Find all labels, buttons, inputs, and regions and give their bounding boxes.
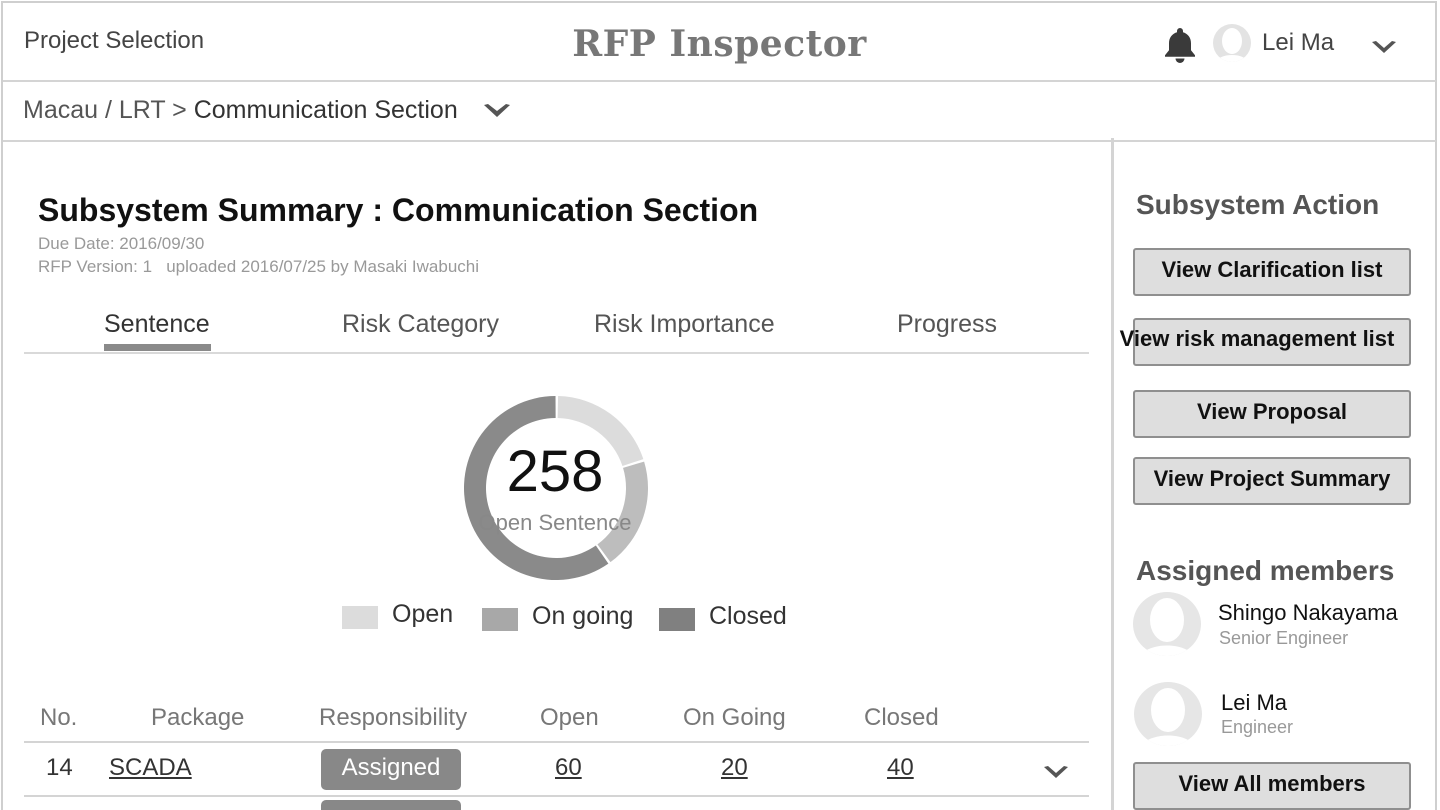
package-link[interactable]: SCADA: [109, 754, 192, 782]
assigned-members-heading: Assigned members: [1136, 555, 1395, 586]
member-avatar: [1134, 682, 1202, 746]
view-risk-management-list-button[interactable]: View risk management list: [1120, 318, 1411, 366]
legend-label-open: Open: [392, 600, 454, 628]
due-date: Due Date: 2016/09/30: [38, 234, 205, 253]
closed-count-link[interactable]: 40: [887, 754, 914, 782]
user-avatar[interactable]: [1213, 24, 1251, 62]
view-clarification-list-button[interactable]: View Clarification list: [1133, 248, 1411, 296]
member-role: Senior Engineer: [1219, 628, 1349, 648]
active-tab-indicator: [104, 344, 211, 351]
responsibility-badge-next-row[interactable]: [321, 800, 461, 810]
legend-label-ongoing: On going: [532, 602, 634, 630]
legend-swatch-ongoing: [482, 608, 518, 631]
bell-icon[interactable]: [1160, 24, 1200, 64]
legend-swatch-closed: [659, 608, 695, 631]
member-role: Engineer: [1221, 717, 1294, 737]
breadcrumb-current: Communication Section: [193, 96, 458, 124]
tab-risk-category[interactable]: Risk Category: [342, 310, 499, 339]
column-header-closed: Closed: [864, 704, 939, 731]
rfp-version: RFP Version: 1 uploaded 2016/07/25 by Ma…: [38, 257, 480, 276]
table-row-divider: [24, 795, 1089, 797]
column-header-no: No.: [40, 704, 78, 731]
view-project-summary-button[interactable]: View Project Summary: [1133, 457, 1411, 505]
legend-label-closed: Closed: [709, 602, 787, 630]
member-name[interactable]: Lei Ma: [1221, 690, 1287, 716]
row-expand-chevron-icon[interactable]: [1042, 764, 1070, 782]
member-avatar: [1133, 592, 1201, 656]
tab-progress[interactable]: Progress: [897, 310, 997, 339]
responsibility-badge[interactable]: Assigned: [321, 749, 461, 790]
breadcrumb-bar: Macau / LRT > Communication Section: [3, 84, 1436, 142]
member-name[interactable]: Shingo Nakayama: [1218, 600, 1398, 626]
column-header-responsibility: Responsibility: [319, 704, 468, 731]
user-name[interactable]: Lei Ma: [1262, 29, 1334, 57]
tab-sentence[interactable]: Sentence: [104, 310, 210, 339]
breadcrumb-path[interactable]: Macau / LRT >: [23, 96, 194, 124]
table-header-divider: [24, 741, 1089, 743]
donut-center-label: Open Sentence: [478, 510, 632, 535]
view-all-members-button[interactable]: View All members: [1133, 762, 1411, 810]
summary-tabs: Sentence Risk Category Risk Importance P…: [24, 306, 1089, 354]
chevron-down-icon[interactable]: [1371, 40, 1397, 56]
donut-center-value: 258: [506, 439, 604, 504]
sidebar-divider: [1111, 138, 1114, 810]
view-proposal-button[interactable]: View Proposal: [1133, 390, 1411, 438]
breadcrumb-chevron-down-icon[interactable]: [482, 102, 512, 120]
column-header-package: Package: [151, 704, 245, 731]
breadcrumb: Macau / LRT > Communication Section: [23, 96, 458, 125]
ongoing-count-link[interactable]: 20: [721, 754, 748, 782]
column-header-open: Open: [540, 704, 599, 731]
page-title: Subsystem Summary : Communication Sectio…: [38, 192, 759, 228]
open-count-link[interactable]: 60: [555, 754, 582, 782]
row-no: 14: [46, 754, 73, 781]
legend-swatch-open: [342, 606, 378, 629]
column-header-ongoing: On Going: [683, 704, 786, 731]
tab-risk-importance[interactable]: Risk Importance: [594, 310, 775, 339]
subsystem-action-heading: Subsystem Action: [1136, 189, 1380, 220]
